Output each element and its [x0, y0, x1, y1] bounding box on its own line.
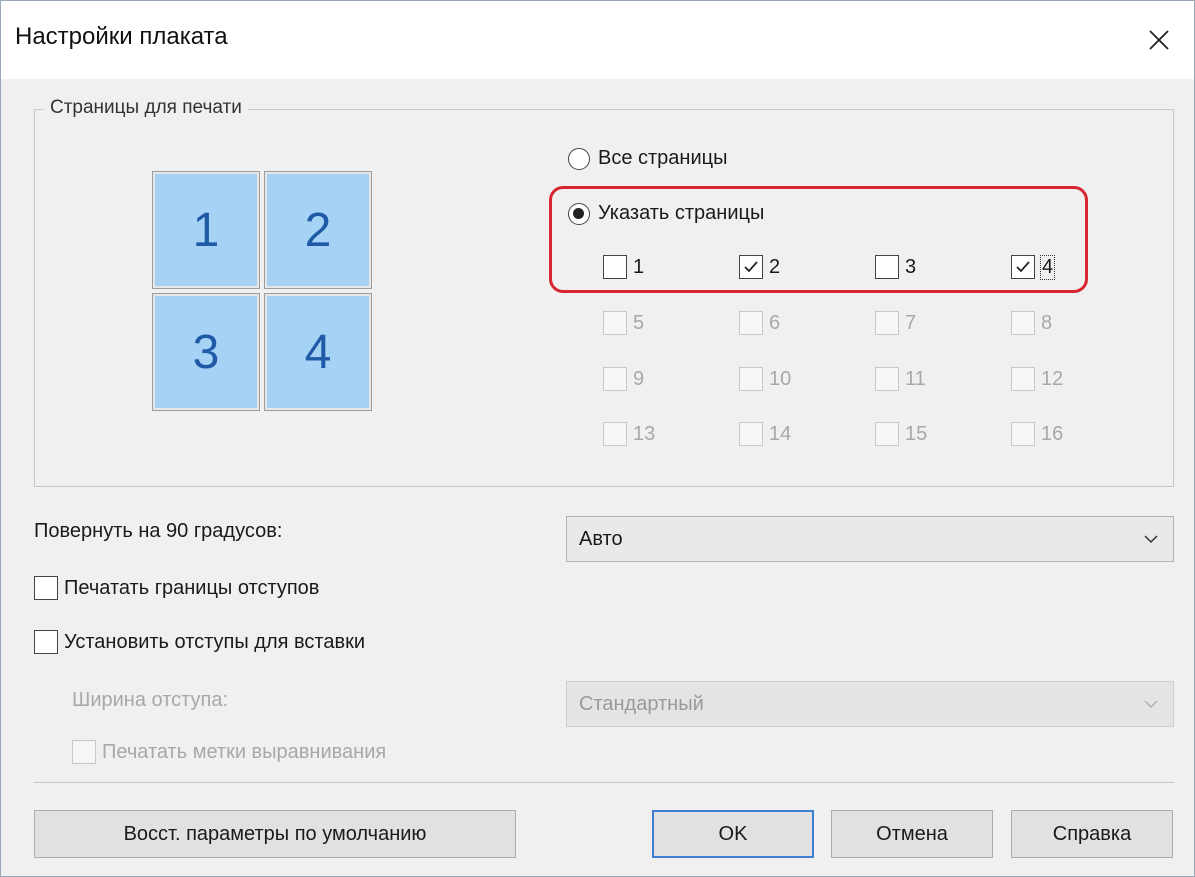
checkbox-box [603, 255, 627, 279]
radio-all-pages[interactable]: Все страницы [568, 147, 727, 170]
rotate-label: Повернуть на 90 градусов: [34, 520, 283, 542]
checkbox-box [72, 740, 96, 764]
page-checkbox-label: 4 [1039, 254, 1056, 280]
set-margins-checkbox[interactable]: Установить отступы для вставки [34, 630, 365, 654]
print-margins-label: Печатать границы отступов [64, 576, 320, 599]
page-checkbox-label: 11 [905, 367, 926, 390]
checkbox-box [875, 311, 899, 335]
rotate-dropdown[interactable]: Авто [566, 516, 1174, 562]
page-checkbox[interactable]: 5 [603, 311, 644, 335]
preview-tile: 3 [152, 293, 260, 411]
page-checkbox[interactable]: 3 [875, 255, 916, 279]
poster-settings-dialog: Настройки плаката Страницы для печати 1 … [0, 0, 1195, 877]
radio-all-pages-label: Все страницы [598, 147, 728, 169]
restore-defaults-label: Восст. параметры по умолчанию [123, 822, 427, 845]
page-checkbox[interactable]: 12 [1011, 367, 1063, 391]
preview-tile: 2 [264, 171, 372, 289]
set-margins-label: Установить отступы для вставки [64, 630, 366, 653]
page-checkbox-label: 6 [769, 311, 781, 334]
cancel-label: Отмена [876, 822, 948, 845]
separator [34, 782, 1174, 783]
page-checkbox[interactable]: 8 [1011, 311, 1052, 335]
page-checkbox[interactable]: 11 [875, 367, 926, 391]
ok-button[interactable]: OK [652, 810, 814, 858]
page-checkbox-label: 7 [905, 311, 917, 334]
page-checkbox[interactable]: 10 [739, 367, 791, 391]
poster-preview: 1 2 3 4 [152, 171, 375, 411]
checkbox-box [34, 630, 58, 654]
page-checkbox[interactable]: 1 [603, 255, 644, 279]
align-marks-checkbox[interactable]: Печатать метки выравнивания [72, 740, 386, 764]
page-checkbox-label: 14 [769, 422, 792, 445]
preview-tile: 1 [152, 171, 260, 289]
page-checkbox-label: 9 [633, 367, 645, 390]
page-checkbox-label: 13 [633, 422, 656, 445]
page-checkbox[interactable]: 6 [739, 311, 780, 335]
checkbox-box [603, 422, 627, 446]
pages-group-label: Страницы для печати [44, 97, 248, 119]
page-checkbox[interactable]: 15 [875, 422, 927, 446]
checkbox-box [34, 576, 58, 600]
title-bar: Настройки плаката [1, 1, 1194, 79]
print-margins-checkbox[interactable]: Печатать границы отступов [34, 576, 319, 600]
preview-tile: 4 [264, 293, 372, 411]
page-checkbox[interactable]: 7 [875, 311, 916, 335]
page-checkbox[interactable]: 16 [1011, 422, 1063, 446]
chevron-down-icon [1144, 700, 1158, 709]
close-icon [1149, 30, 1169, 50]
ok-label: OK [718, 822, 748, 845]
checkbox-box [739, 422, 763, 446]
checkbox-box [875, 367, 899, 391]
page-checkbox-label: 2 [769, 255, 781, 278]
help-label: Справка [1052, 822, 1132, 845]
chevron-down-icon [1144, 535, 1158, 544]
checkbox-box [1011, 367, 1035, 391]
checkbox-box [739, 311, 763, 335]
page-checkbox-label: 5 [633, 311, 645, 334]
rotate-dropdown-value: Авто [579, 527, 623, 550]
page-checkbox-label: 12 [1041, 367, 1064, 390]
page-checkbox-label: 8 [1041, 311, 1053, 334]
page-checkbox[interactable]: 14 [739, 422, 791, 446]
checkbox-box [603, 311, 627, 335]
checkbox-box [1011, 311, 1035, 335]
checkbox-box [875, 255, 899, 279]
margin-width-value: Стандартный [579, 692, 704, 715]
page-checkbox[interactable]: 4 [1011, 254, 1056, 280]
page-checkbox-label: 10 [769, 367, 792, 390]
cancel-button[interactable]: Отмена [831, 810, 993, 858]
margin-width-label: Ширина отступа: [72, 689, 229, 711]
close-button[interactable] [1124, 1, 1194, 79]
page-checkbox[interactable]: 9 [603, 367, 644, 391]
page-checkbox-label: 1 [633, 255, 645, 278]
checkmark-icon [1011, 255, 1035, 279]
margin-width-dropdown[interactable]: Стандартный [566, 681, 1174, 727]
radio-unchecked-icon [568, 147, 590, 170]
help-button[interactable]: Справка [1011, 810, 1173, 858]
restore-defaults-button[interactable]: Восст. параметры по умолчанию [34, 810, 516, 858]
page-checkbox-label: 16 [1041, 422, 1064, 445]
checkmark-icon [739, 255, 763, 279]
checkbox-box [875, 422, 899, 446]
page-checkbox-label: 15 [905, 422, 928, 445]
align-marks-label: Печатать метки выравнивания [102, 740, 387, 763]
checkbox-box [739, 367, 763, 391]
checkbox-box [603, 367, 627, 391]
dialog-title: Настройки плаката [15, 23, 228, 50]
page-checkbox[interactable]: 2 [739, 255, 780, 279]
page-checkbox[interactable]: 13 [603, 422, 655, 446]
page-checkbox-label: 3 [905, 255, 917, 278]
checkbox-box [1011, 422, 1035, 446]
